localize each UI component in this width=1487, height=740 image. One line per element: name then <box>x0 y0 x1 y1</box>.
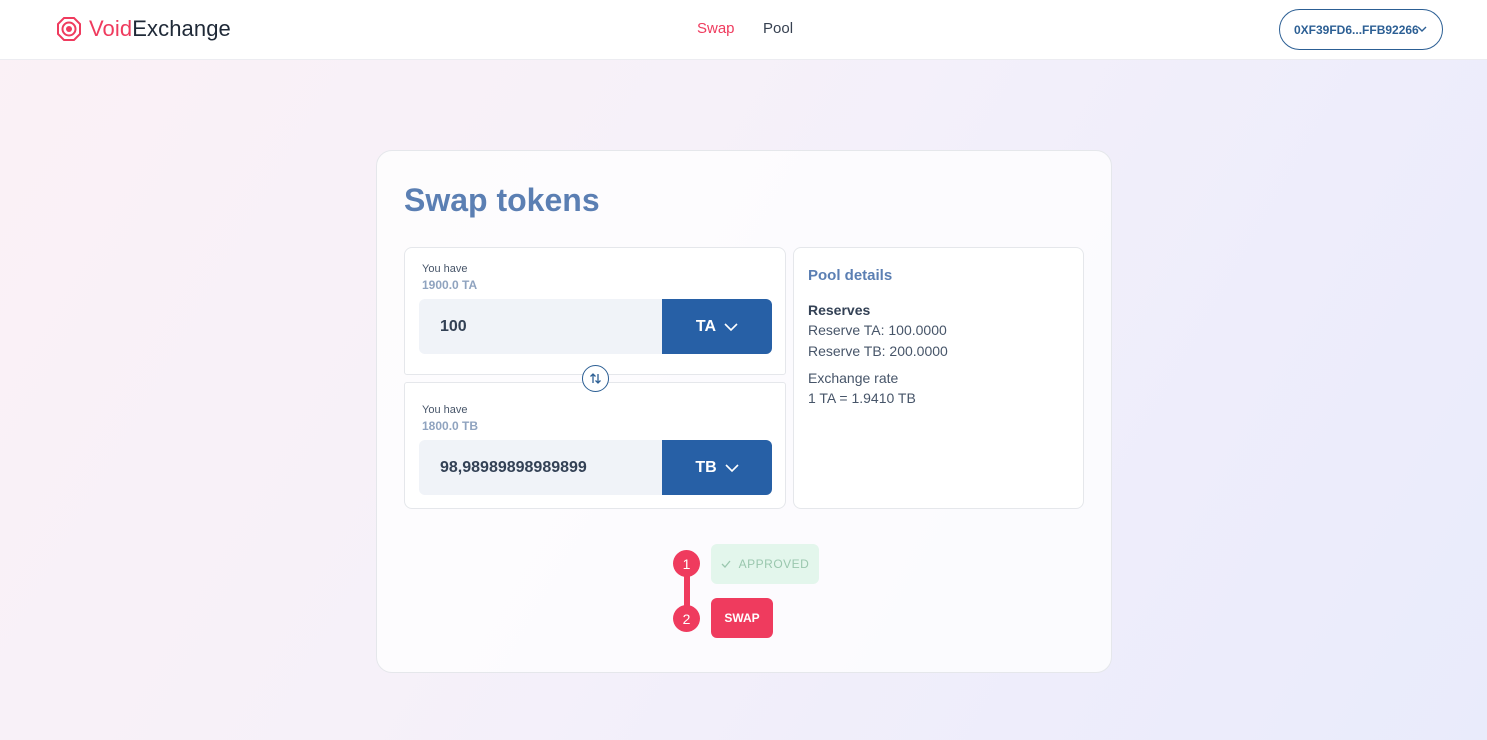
reserves-heading: Reserves <box>808 302 871 318</box>
to-token-select[interactable]: TB <box>662 440 772 495</box>
from-balance-value: 1900.0 TA <box>422 278 478 292</box>
pool-details-title: Pool details <box>808 267 893 284</box>
chevron-down-icon <box>725 463 739 472</box>
logo-icon <box>57 17 81 41</box>
from-balance-label: You have <box>422 263 468 275</box>
to-amount-input[interactable] <box>419 440 664 495</box>
pool-details-panel: Pool details Reserves Reserve TA: 100.00… <box>793 247 1084 509</box>
swap-button[interactable]: SWAP <box>711 598 773 638</box>
exchange-rate-label: Exchange rate <box>808 370 899 386</box>
to-token-label: TB <box>695 458 717 476</box>
from-token-panel: You have 1900.0 TA TA <box>404 247 786 375</box>
top-header: VoidExchange Swap Pool 0XF39FD6...FFB922… <box>0 0 1487 60</box>
to-token-panel: You have 1800.0 TB TB <box>404 382 786 509</box>
nav-pool[interactable]: Pool <box>763 20 793 37</box>
reserve-tb: Reserve TB: 200.0000 <box>808 343 948 359</box>
logo-text-void: Void <box>89 16 133 41</box>
logo-text-exchange: Exchange <box>132 16 231 41</box>
chevron-down-icon <box>1417 26 1427 32</box>
from-token-select[interactable]: TA <box>662 299 772 354</box>
swap-card: Swap tokens You have 1900.0 TA TA You ha… <box>376 150 1112 673</box>
step-2-badge: 2 <box>673 605 700 632</box>
wallet-address: 0XF39FD6...FFB92266 <box>1294 22 1419 37</box>
to-balance-value: 1800.0 TB <box>422 419 479 433</box>
to-balance-label: You have <box>422 404 468 416</box>
approved-button: APPROVED <box>711 544 819 584</box>
step-1-badge: 1 <box>673 550 700 577</box>
approved-label: APPROVED <box>738 557 810 571</box>
from-token-label: TA <box>695 317 717 335</box>
logo-text: VoidExchange <box>89 16 231 42</box>
check-icon <box>721 560 731 568</box>
swap-arrows-icon <box>590 373 601 384</box>
app-logo[interactable]: VoidExchange <box>56 16 231 42</box>
nav-swap[interactable]: Swap <box>697 20 735 37</box>
chevron-down-icon <box>724 322 738 331</box>
exchange-rate-value: 1 TA = 1.9410 TB <box>808 390 916 406</box>
wallet-button[interactable]: 0XF39FD6...FFB92266 <box>1279 9 1443 50</box>
flip-tokens-button[interactable] <box>582 365 609 392</box>
reserve-ta: Reserve TA: 100.0000 <box>808 322 947 338</box>
page-title: Swap tokens <box>404 182 600 218</box>
from-amount-input[interactable] <box>419 299 664 354</box>
